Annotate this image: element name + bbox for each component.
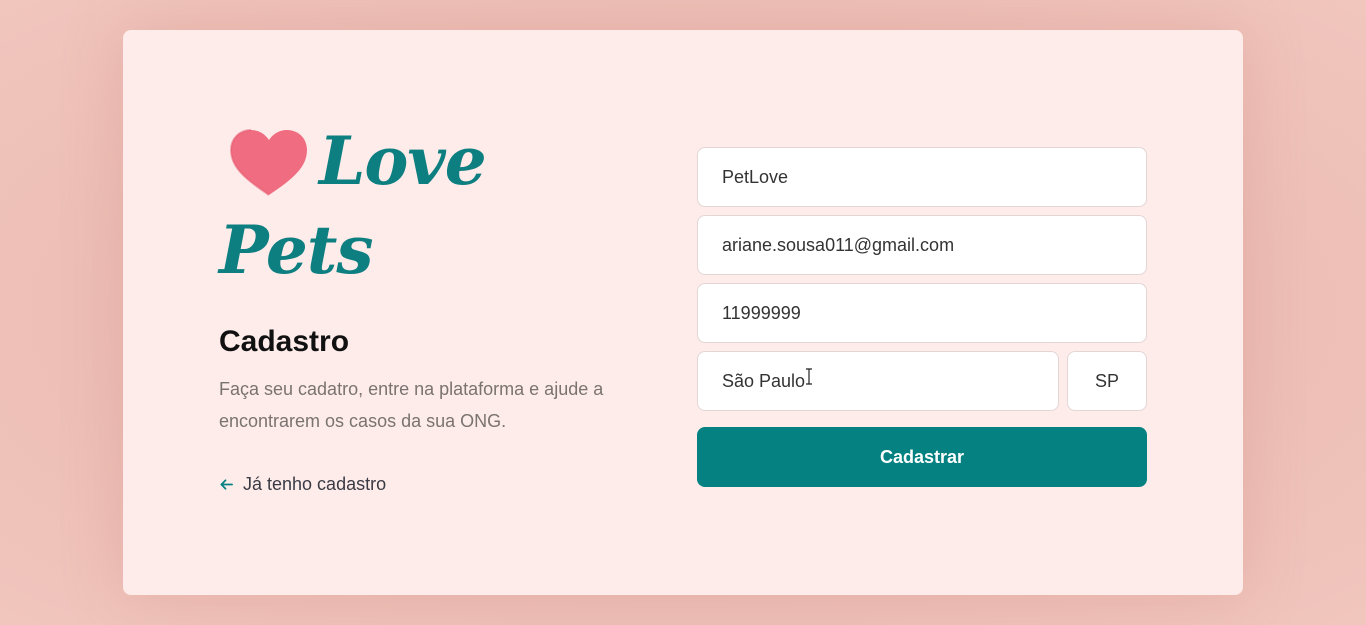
heart-icon	[229, 129, 307, 196]
page-description: Faça seu cadatro, entre na plataforma e …	[219, 379, 604, 431]
logo-word-pets: Pets	[219, 211, 373, 289]
logo-word-love: Love	[319, 122, 487, 200]
arrow-left-icon	[220, 479, 233, 490]
ong-name-input[interactable]	[697, 147, 1147, 207]
page-title: Cadastro	[219, 325, 350, 358]
back-to-login-link[interactable]: Já tenho cadastro	[219, 474, 386, 495]
register-card: Love Pets Cadastro Faça seu cadatro, ent…	[123, 30, 1243, 595]
email-input[interactable]	[697, 215, 1147, 275]
whatsapp-input[interactable]	[697, 283, 1147, 343]
back-link-label: Já tenho cadastro	[243, 474, 387, 494]
city-input[interactable]	[697, 351, 1059, 411]
uf-input[interactable]	[1067, 351, 1147, 411]
register-intro: Love Pets Cadastro Faça seu cadatro, ent…	[219, 125, 619, 494]
register-button[interactable]: Cadastrar	[697, 427, 1147, 487]
logo: Love Pets	[219, 125, 619, 285]
